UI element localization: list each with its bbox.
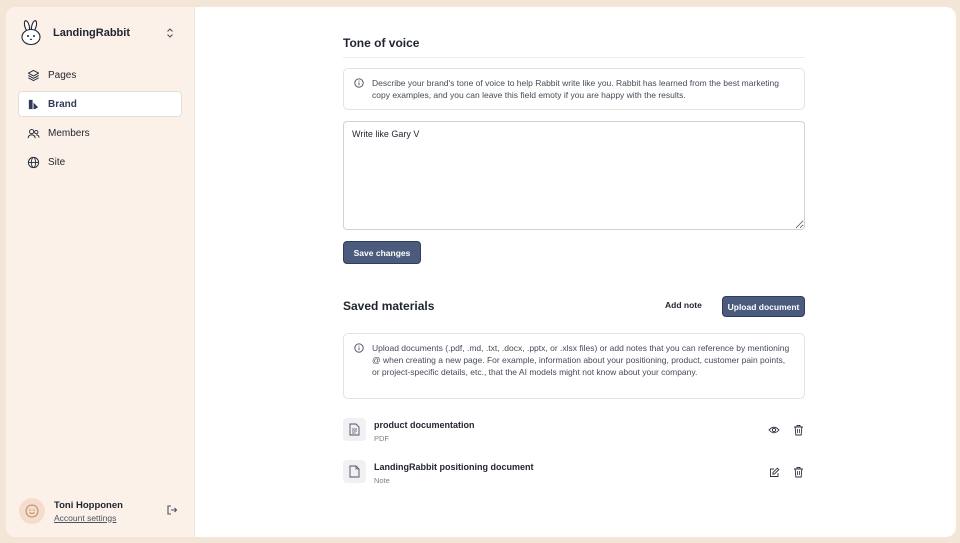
user-profile: Toni Hopponen Account settings	[19, 497, 179, 525]
materials-info-text: Upload documents (.pdf, .md, .txt, .docx…	[372, 343, 790, 377]
account-settings-link[interactable]: Account settings	[54, 513, 123, 523]
sidebar-item-brand[interactable]: Brand	[18, 91, 182, 117]
main-content: Tone of voice Describe your brand's tone…	[195, 7, 956, 537]
sidebar-item-site[interactable]: Site	[18, 149, 182, 175]
globe-icon	[26, 155, 40, 169]
tone-of-voice-title: Tone of voice	[343, 36, 420, 50]
sidebar-nav: Pages Brand Members Site	[18, 62, 182, 178]
document-row[interactable]: product documentation PDF	[343, 417, 805, 447]
logout-icon[interactable]	[165, 503, 179, 517]
sidebar-item-label: Brand	[48, 98, 77, 110]
edit-icon[interactable]	[767, 465, 781, 479]
workspace-name: LandingRabbit	[53, 27, 130, 39]
tone-of-voice-input[interactable]: Write like Gary V	[343, 121, 805, 230]
trash-icon[interactable]	[791, 465, 805, 479]
tone-info-box: Describe your brand's tone of voice to h…	[343, 68, 805, 110]
divider	[343, 57, 805, 58]
eye-icon[interactable]	[767, 423, 781, 437]
rabbit-logo-icon	[18, 20, 44, 46]
file-text-icon	[343, 418, 366, 441]
upload-document-button[interactable]: Upload document	[722, 296, 805, 317]
user-info: Toni Hopponen Account settings	[54, 500, 123, 523]
tone-info-text: Describe your brand's tone of voice to h…	[372, 78, 779, 100]
save-changes-button[interactable]: Save changes	[343, 241, 421, 264]
document-title: product documentation	[374, 420, 475, 430]
chevron-up-down-icon	[162, 24, 178, 42]
info-icon	[354, 78, 364, 88]
avatar[interactable]	[19, 498, 45, 524]
sidebar: LandingRabbit Pages Brand Members Site T…	[6, 7, 195, 537]
sidebar-item-label: Members	[48, 127, 90, 139]
smiley-icon	[25, 504, 39, 518]
trash-icon[interactable]	[791, 423, 805, 437]
materials-info-box: Upload documents (.pdf, .md, .txt, .docx…	[343, 333, 805, 399]
sidebar-item-members[interactable]: Members	[18, 120, 182, 146]
sidebar-item-label: Site	[48, 156, 66, 168]
user-name: Toni Hopponen	[54, 499, 123, 511]
document-type: Note	[374, 476, 390, 485]
users-icon	[26, 126, 40, 140]
add-note-button[interactable]: Add note	[665, 300, 702, 310]
document-title: LandingRabbit positioning document	[374, 462, 534, 472]
document-row[interactable]: LandingRabbit positioning document Note	[343, 459, 805, 489]
document-actions	[757, 465, 805, 479]
info-icon	[354, 343, 364, 353]
brand-icon	[26, 97, 40, 111]
document-actions	[757, 423, 805, 437]
file-icon	[343, 460, 366, 483]
document-type: PDF	[374, 434, 389, 443]
sidebar-item-pages[interactable]: Pages	[18, 62, 182, 88]
workspace-switcher[interactable]: LandingRabbit	[18, 20, 178, 46]
saved-materials-title: Saved materials	[343, 299, 435, 313]
app-window: LandingRabbit Pages Brand Members Site T…	[6, 7, 956, 537]
layers-icon	[26, 68, 40, 82]
sidebar-item-label: Pages	[48, 69, 77, 81]
